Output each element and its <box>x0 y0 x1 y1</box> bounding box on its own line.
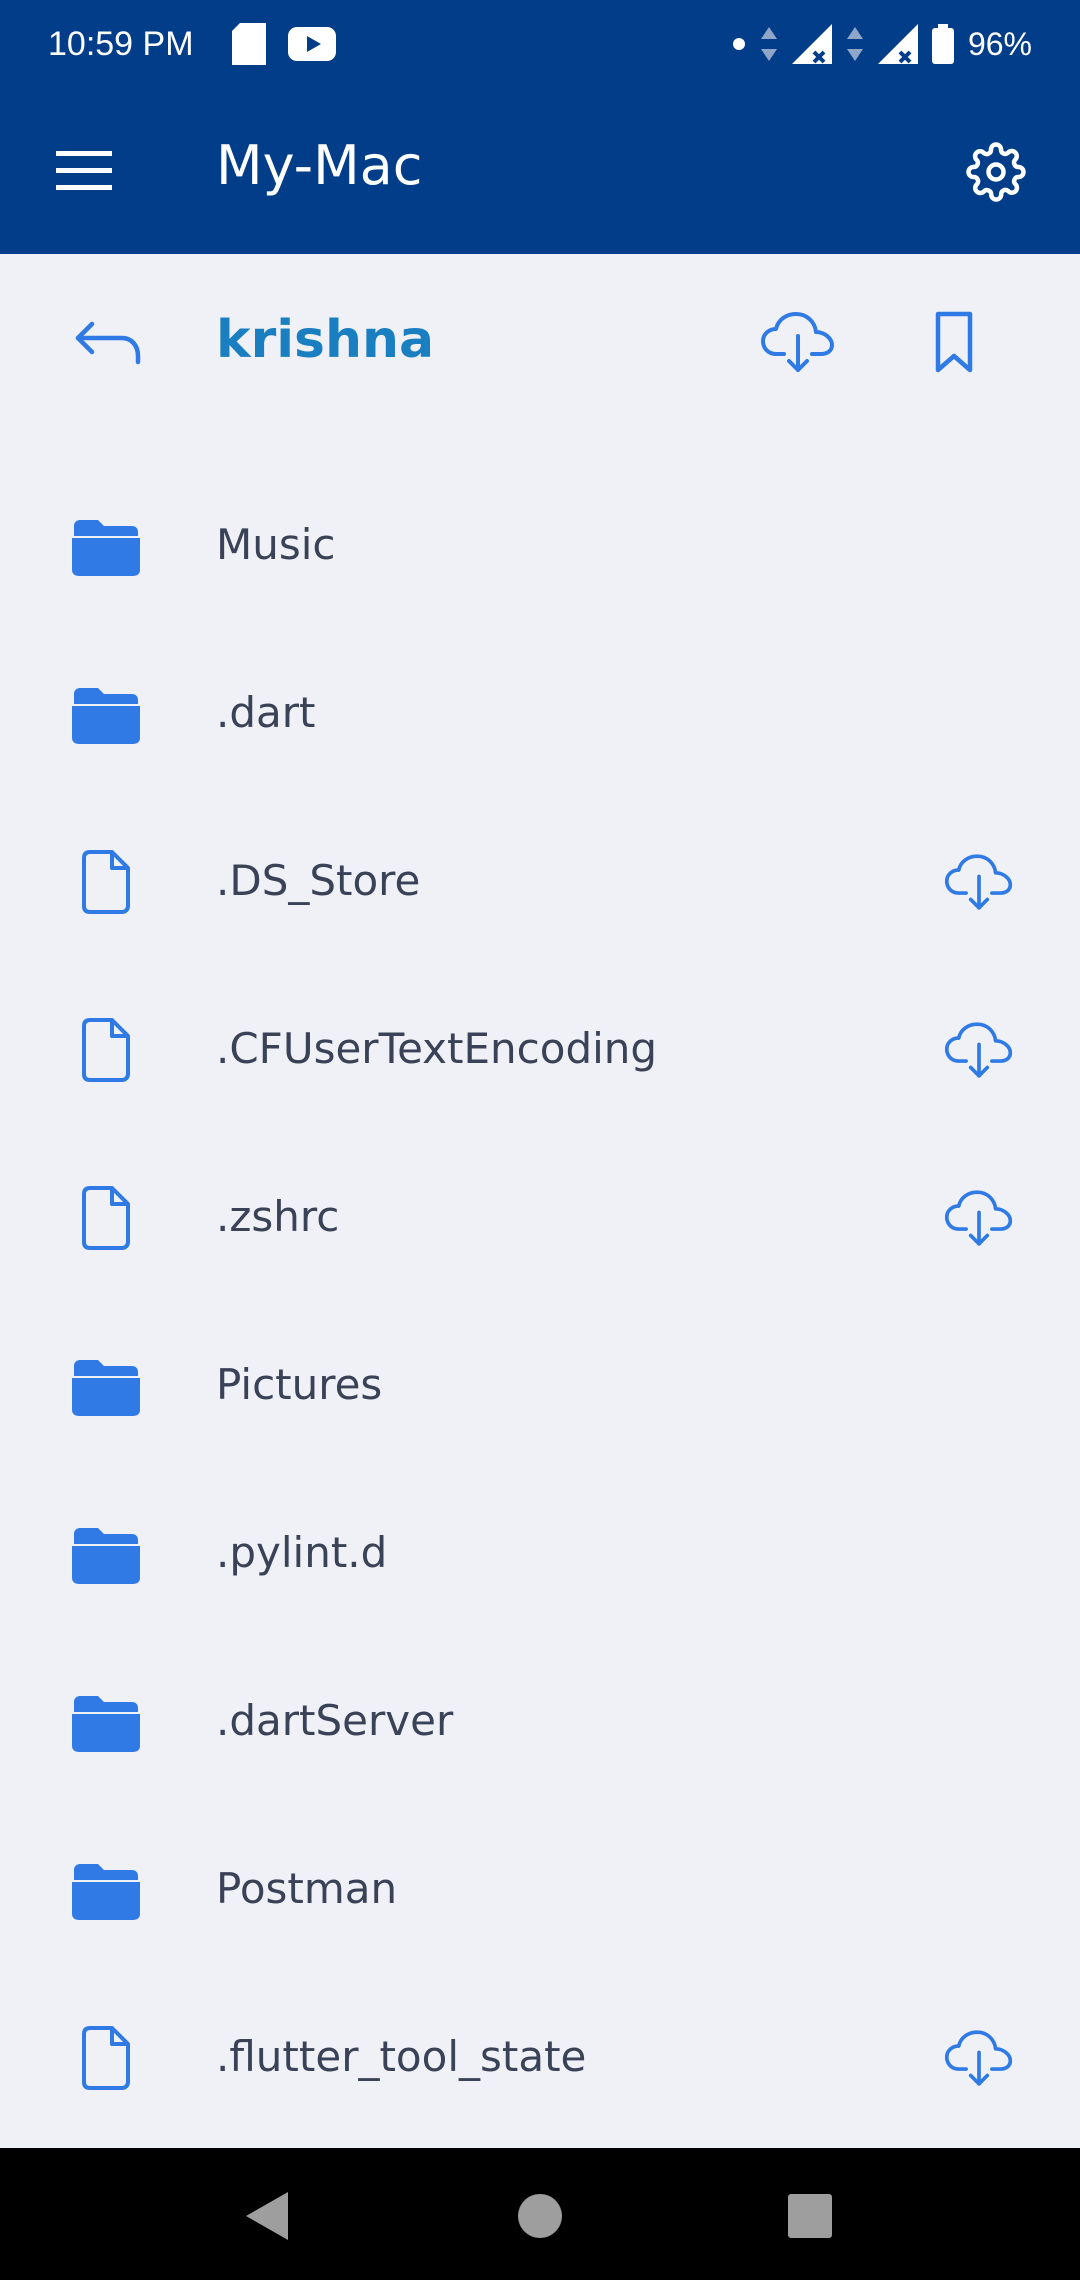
folder-icon <box>72 1360 140 1416</box>
folder-icon <box>72 688 140 744</box>
app-bar: My-Mac <box>0 88 1080 254</box>
app-title: My-Mac <box>216 134 423 197</box>
signal-icon <box>791 24 832 64</box>
current-folder-title: krishna <box>216 310 435 370</box>
folder-header: krishna <box>0 254 1080 434</box>
battery-icon <box>931 24 954 64</box>
file-list: Music .dart .DS_Store .CFUserTextEncodin… <box>0 462 1080 2142</box>
file-icon <box>82 1186 130 1250</box>
system-nav-bar <box>0 2148 1080 2280</box>
file-name: .pylint.d <box>216 1528 388 1577</box>
status-system-icons: 96% <box>732 24 1032 64</box>
status-time: 10:59 PM <box>48 24 194 63</box>
back-triangle-icon[interactable] <box>240 2188 296 2244</box>
list-item-folder[interactable]: .dartServer <box>0 1638 1080 1806</box>
data-arrows-icon <box>760 27 777 61</box>
list-item-folder[interactable]: Pictures <box>0 1302 1080 1470</box>
status-notification-icons <box>231 23 336 65</box>
home-circle-icon[interactable] <box>512 2188 568 2244</box>
file-name: .flutter_tool_state <box>216 2032 587 2081</box>
hamburger-menu-icon[interactable] <box>54 145 114 197</box>
file-icon <box>82 2026 130 2090</box>
file-name: Music <box>216 520 336 569</box>
list-item-file[interactable]: .CFUserTextEncoding <box>0 966 1080 1134</box>
cloud-download-icon[interactable] <box>944 852 1014 912</box>
list-item-file[interactable]: .zshrc <box>0 1134 1080 1302</box>
file-name: Pictures <box>216 1360 383 1409</box>
file-name: .dartServer <box>216 1696 454 1745</box>
list-item-file[interactable]: .flutter_tool_state <box>0 1974 1080 2142</box>
cloud-download-icon[interactable] <box>760 310 836 374</box>
folder-icon <box>72 1864 140 1920</box>
cloud-download-icon[interactable] <box>944 1188 1014 1248</box>
file-name: .DS_Store <box>216 856 421 905</box>
file-name: Postman <box>216 1864 398 1913</box>
recents-square-icon[interactable] <box>782 2188 838 2244</box>
cloud-download-icon[interactable] <box>944 1020 1014 1080</box>
file-icon <box>82 1018 130 1082</box>
data-arrows-icon <box>846 27 863 61</box>
dot-icon <box>732 38 745 50</box>
list-item-folder[interactable]: Music <box>0 462 1080 630</box>
file-name: .CFUserTextEncoding <box>216 1024 658 1073</box>
file-name: .zshrc <box>216 1192 340 1241</box>
list-item-folder[interactable]: .dart <box>0 630 1080 798</box>
youtube-icon <box>287 27 336 61</box>
sd-card-icon <box>231 23 266 65</box>
file-icon <box>82 850 130 914</box>
cloud-download-icon[interactable] <box>944 2028 1014 2088</box>
file-name: .dart <box>216 688 316 737</box>
signal-icon <box>877 24 918 64</box>
folder-icon <box>72 1528 140 1584</box>
list-item-file[interactable]: .DS_Store <box>0 798 1080 966</box>
battery-percent: 96% <box>967 25 1032 62</box>
bookmark-icon[interactable] <box>928 310 980 374</box>
gear-icon[interactable] <box>966 142 1026 202</box>
status-bar: 10:59 PM 96% <box>0 0 1080 88</box>
folder-icon <box>72 520 140 576</box>
list-item-folder[interactable]: .pylint.d <box>0 1470 1080 1638</box>
back-arrow-icon[interactable] <box>72 316 144 372</box>
list-item-folder[interactable]: Postman <box>0 1806 1080 1974</box>
folder-icon <box>72 1696 140 1752</box>
